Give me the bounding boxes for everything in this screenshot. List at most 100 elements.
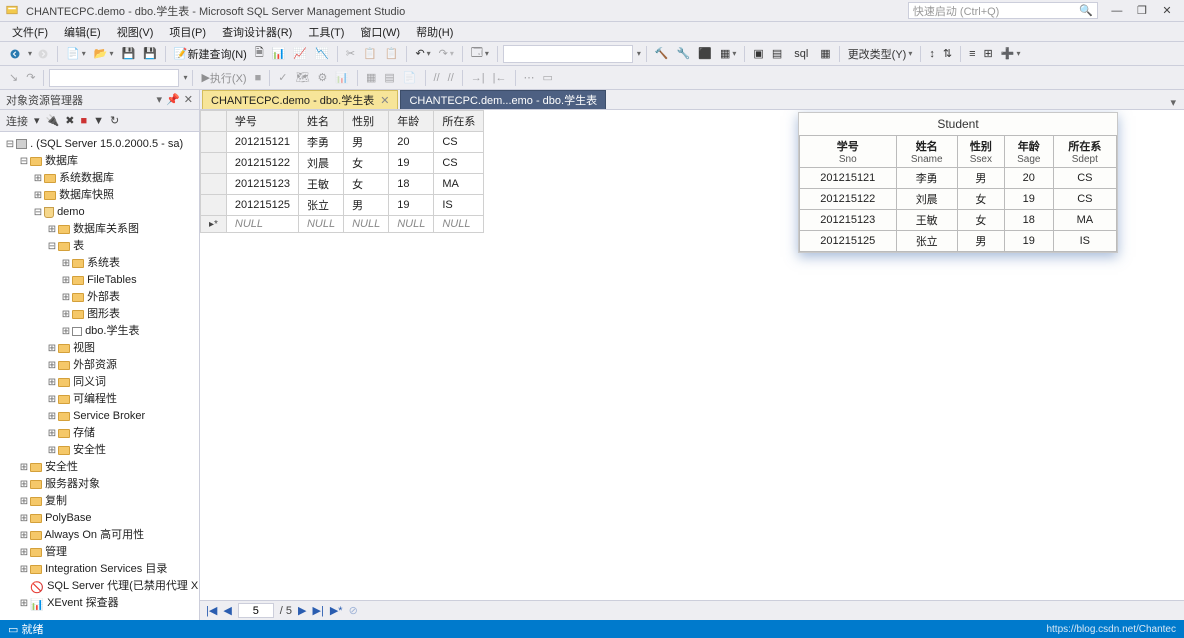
tree-replication[interactable]: ⊞ 复制 <box>0 493 199 510</box>
tree-always-on[interactable]: ⊞ Always On 高可用性 <box>0 527 199 544</box>
tree-db-snapshot[interactable]: ⊞ 数据库快照 <box>0 187 199 204</box>
copy-button[interactable]: 📋 <box>360 44 380 64</box>
outdent-button[interactable]: |← <box>490 68 510 88</box>
new-row[interactable]: ▸*NULLNULLNULLNULLNULL <box>201 216 484 233</box>
menu-tools[interactable]: 工具(T) <box>302 22 350 42</box>
refresh-icon[interactable]: ↻ <box>110 114 119 127</box>
tool-grid-icon[interactable]: ▦▾ <box>717 44 739 64</box>
close-tab-icon[interactable]: ✕ <box>380 94 389 107</box>
tree-synonyms[interactable]: ⊞ 同义词 <box>0 374 199 391</box>
col-sex[interactable]: 性别 <box>344 111 389 132</box>
template-button[interactable]: ▭ <box>540 68 556 88</box>
step-over-icon[interactable]: ↷ <box>23 68 38 88</box>
specify-values-button[interactable]: ⋯ <box>521 68 538 88</box>
null-cell[interactable]: NULL <box>389 216 434 233</box>
results-file-button[interactable]: 📄 <box>400 68 420 88</box>
cancel-edit-button[interactable]: ⊘ <box>349 604 358 617</box>
cell[interactable]: 20 <box>389 132 434 153</box>
first-record-button[interactable]: |◀ <box>206 604 217 617</box>
null-cell[interactable]: NULL <box>344 216 389 233</box>
cell[interactable]: IS <box>434 195 484 216</box>
xmla-query-button[interactable]: 📉 <box>312 44 332 64</box>
row-selector[interactable] <box>201 174 227 195</box>
tree-student-table[interactable]: ⊞ dbo.学生表 <box>0 323 199 340</box>
col-dept[interactable]: 所在系 <box>434 111 484 132</box>
menu-query-designer[interactable]: 查询设计器(R) <box>216 22 298 42</box>
cell[interactable]: 19 <box>389 195 434 216</box>
tree-server[interactable]: ⊟ . (SQL Server 15.0.2000.5 - sa) <box>0 136 199 153</box>
tree-service-broker[interactable]: ⊞ Service Broker <box>0 408 199 425</box>
tree-management[interactable]: ⊞ 管理 <box>0 544 199 561</box>
tree-graph-tables[interactable]: ⊞ 图形表 <box>0 306 199 323</box>
chevron-down-icon[interactable]: ▾ <box>183 73 187 82</box>
save-all-button[interactable]: 💾 <box>140 44 160 64</box>
query-options-button[interactable]: ⚙ <box>314 68 330 88</box>
tree-databases[interactable]: ⊟ 数据库 <box>0 153 199 170</box>
tree-polybase[interactable]: ⊞ PolyBase <box>0 510 199 527</box>
cell[interactable]: CS <box>434 132 484 153</box>
new-query-button[interactable]: 📝 新建查询(N) <box>171 44 250 64</box>
chevron-down-icon[interactable]: ▾ <box>637 49 641 58</box>
results-text-button[interactable]: ▤ <box>381 68 397 88</box>
col-name[interactable]: 姓名 <box>298 111 343 132</box>
table-row[interactable]: 201215125张立男19IS <box>201 195 484 216</box>
tool-group-icon[interactable]: ⊞ <box>981 44 996 64</box>
cell[interactable]: 女 <box>344 174 389 195</box>
null-cell[interactable]: NULL <box>226 216 298 233</box>
tree-server-objects[interactable]: ⊞ 服务器对象 <box>0 476 199 493</box>
cell[interactable]: 19 <box>389 153 434 174</box>
row-selector[interactable] <box>201 195 227 216</box>
tab-overflow-button[interactable]: ▾ <box>1164 96 1182 109</box>
context-combo[interactable] <box>49 69 179 87</box>
paste-button[interactable]: 📋 <box>382 44 402 64</box>
dropdown-icon[interactable]: ▾ <box>157 93 163 106</box>
quick-launch-input[interactable]: 快速启动 (Ctrl+Q) 🔍 <box>908 2 1098 19</box>
tree-integration[interactable]: ⊞ Integration Services 目录 <box>0 561 199 578</box>
minimize-button[interactable]: — <box>1106 5 1128 17</box>
stop-button[interactable]: ■ <box>252 68 265 88</box>
col-age[interactable]: 年龄 <box>389 111 434 132</box>
results-grid-button[interactable]: ▦ <box>363 68 379 88</box>
close-panel-icon[interactable]: ✕ <box>184 93 193 106</box>
data-grid[interactable]: 学号 姓名 性别 年龄 所在系 201215121李勇男20CS20121512… <box>200 110 484 233</box>
menu-help[interactable]: 帮助(H) <box>410 22 459 42</box>
show-criteria-button[interactable]: ▤ <box>769 44 785 64</box>
tool-stop-icon[interactable]: ⬛ <box>695 44 715 64</box>
menu-file[interactable]: 文件(F) <box>6 22 54 42</box>
show-results-button[interactable]: ▦ <box>817 44 833 64</box>
cut-button[interactable]: ✂ <box>343 44 358 64</box>
table-row[interactable]: 201215123王敏女18MA <box>201 174 484 195</box>
step-into-icon[interactable]: ↘ <box>6 68 21 88</box>
tree-filetables[interactable]: ⊞ FileTables <box>0 272 199 289</box>
table-row[interactable]: 201215121李勇男20CS <box>201 132 484 153</box>
row-selector[interactable] <box>201 132 227 153</box>
connect-icon[interactable]: 🔌 <box>46 114 60 127</box>
analysis-query-button[interactable]: 📊 <box>269 44 289 64</box>
cell[interactable]: 男 <box>344 195 389 216</box>
database-combo[interactable] <box>503 45 633 63</box>
show-sql-button[interactable]: sql <box>787 44 815 64</box>
save-button[interactable]: 💾 <box>118 44 138 64</box>
tool-add-icon[interactable]: ➕▾ <box>998 44 1024 64</box>
col-student-id[interactable]: 学号 <box>226 111 298 132</box>
uncomment-button[interactable]: // <box>445 68 457 88</box>
tree-demo-db[interactable]: ⊟ demo <box>0 204 199 221</box>
tree-programmability[interactable]: ⊞ 可编程性 <box>0 391 199 408</box>
change-type-button[interactable]: 更改类型(Y)▾ <box>845 44 916 64</box>
cell[interactable]: 201215123 <box>226 174 298 195</box>
cell[interactable]: 刘晨 <box>298 153 343 174</box>
display-plan-button[interactable]: 🗺 <box>292 68 312 88</box>
tab-student-table-2[interactable]: CHANTECPC.dem...emo - dbo.学生表 <box>400 90 606 109</box>
tree-xevent[interactable]: ⊞📊 XEvent 探查器 <box>0 595 199 612</box>
null-cell[interactable]: NULL <box>434 216 484 233</box>
menu-project[interactable]: 项目(P) <box>163 22 212 42</box>
include-plan-button[interactable]: 📊 <box>332 68 352 88</box>
cell[interactable]: 201215121 <box>226 132 298 153</box>
record-number-input[interactable] <box>238 603 274 618</box>
menu-window[interactable]: 窗口(W) <box>354 22 406 42</box>
cell[interactable]: 李勇 <box>298 132 343 153</box>
chevron-down-icon[interactable]: ▾ <box>28 49 32 58</box>
tree-sql-agent[interactable]: 🚫 SQL Server 代理(已禁用代理 XP) <box>0 578 199 595</box>
cell[interactable]: MA <box>434 174 484 195</box>
nav-back-button[interactable] <box>6 44 24 64</box>
